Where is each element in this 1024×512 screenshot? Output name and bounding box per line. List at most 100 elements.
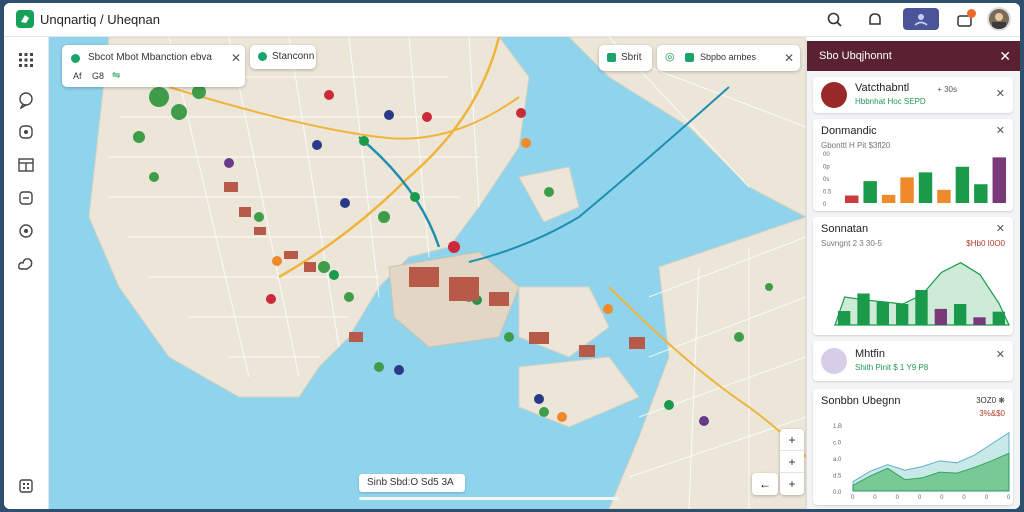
mode-chip-label: Sbrit [621, 52, 642, 63]
grid-icon[interactable] [17, 51, 35, 69]
user-avatar[interactable] [987, 7, 1011, 31]
target-icon[interactable] [17, 222, 35, 240]
chart3-value: 3OZ0 ❋ [976, 396, 1005, 405]
bell-icon[interactable] [866, 11, 884, 29]
map-view[interactable]: Sbcot Mbot Mbanction ebva ✕ Af G8 ⇋ Stan… [49, 37, 806, 509]
search-sub-b: G8 [92, 71, 105, 81]
station-chip[interactable]: Stanconn [250, 45, 316, 69]
person-title: Mhtfin [855, 348, 885, 360]
zoom-out-button[interactable]: + [780, 451, 804, 473]
primary-action-button[interactable] [903, 8, 939, 30]
user-icon [914, 14, 928, 26]
chart3-title: Sonbbn Ubegnn [821, 395, 901, 407]
app-logo[interactable] [16, 10, 34, 28]
x-tick-label: 0 [962, 495, 966, 501]
close-layers-button[interactable]: ✕ [784, 51, 794, 65]
chart-card-combo: Sonnatan Suvngnt 2 3 30-5 $Hb0 I0O0 ✕ [813, 217, 1013, 335]
area-chart: 1.B c.0 a.0 d.5 0.0 0 0 0 0 0 0 0 0 [833, 424, 1011, 501]
bar [881, 194, 896, 203]
panel-title: Sbo Ubqjhonnt [819, 50, 892, 62]
y-tick-label: c.0 [833, 441, 842, 447]
left-rail [4, 37, 49, 509]
person-avatar-icon [821, 348, 847, 374]
close-chart1-button[interactable]: ✕ [996, 124, 1005, 137]
bar [915, 290, 928, 325]
person-card[interactable]: Mhtfin Shith Pinit $ 1 Y9 P8 ✕ [813, 341, 1013, 381]
bar [934, 308, 947, 325]
chart2-sub: Suvngnt 2 3 30-5 [821, 239, 882, 248]
close-profile-button[interactable]: ✕ [996, 87, 1005, 100]
calendar-icon[interactable] [17, 156, 35, 174]
inbox-icon[interactable] [17, 189, 35, 207]
chart-card-bars: Donmandic Gbonttl H Pit $3fl20 ✕ 0 0.5 0s 0… [813, 119, 1013, 211]
search-query: Sbcot Mbot Mbanction ebva [88, 52, 212, 63]
chart-card-area: Sonbbn Ubegnn 3OZ0 ❋ 3%&$0 1.B c.0 a.0 d.5 0… [813, 389, 1013, 505]
bar [918, 172, 933, 203]
bar [955, 166, 970, 203]
notification-badge [967, 9, 976, 18]
app-window: Unqnartiq / Uheqnan Sbcot Mbot Mbanction… [4, 3, 1020, 509]
map-canvas[interactable] [49, 37, 806, 509]
bar [845, 195, 859, 203]
close-chart2-button[interactable]: ✕ [996, 222, 1005, 235]
profile-value: + 30s [937, 85, 957, 94]
close-panel-button[interactable]: ✕ [999, 41, 1011, 71]
y-tick-label: 1.B [833, 424, 842, 430]
search-icon[interactable] [826, 11, 844, 29]
y-tick-label: a.0 [833, 457, 842, 463]
zoom-extra-button[interactable]: + [780, 473, 804, 495]
bar [937, 189, 951, 203]
x-tick-label: 0 [851, 495, 855, 501]
cloud-icon[interactable] [17, 255, 35, 273]
mode-icon [607, 53, 616, 62]
bar [992, 311, 1005, 325]
profile-title: Vatcthabntl [855, 82, 910, 94]
locate-button[interactable]: ← [752, 473, 778, 495]
bar [863, 181, 877, 203]
chart2-title: Sonnatan [821, 223, 869, 235]
bar [896, 304, 909, 325]
search-sub-a: Af [73, 71, 82, 81]
layers-icon: ◎ [665, 51, 675, 63]
layers-chip-label: Sbpbo arnbes [700, 52, 757, 62]
place-avatar-icon [821, 82, 847, 108]
app-header: Unqnartiq / Uheqnan [4, 3, 1020, 37]
bar [973, 317, 986, 325]
person-sub: Shith Pinit $ 1 Y9 P8 [855, 363, 929, 372]
chart1-title: Donmandic [821, 125, 877, 137]
scale-bar: Sinb Sbd:O Sd5 3A [359, 474, 465, 492]
x-tick-label: 0 [896, 495, 900, 501]
square-icon[interactable] [17, 123, 35, 141]
chart2-value: $Hb0 I0O0 [966, 239, 1005, 248]
clear-search-button[interactable]: ✕ [231, 51, 241, 65]
map-search-card[interactable]: Sbcot Mbot Mbanction ebva ✕ Af G8 ⇋ [62, 45, 245, 87]
bar [876, 301, 889, 325]
profile-sub: Hbbnhat Hoc SEPD [855, 97, 926, 106]
x-tick-label: 0 [918, 495, 922, 501]
station-icon [258, 52, 267, 61]
x-tick-label: 0 [1007, 495, 1011, 501]
settings-icon[interactable] [17, 477, 35, 495]
x-tick-label: 0 [873, 495, 877, 501]
chat-icon[interactable] [17, 91, 35, 109]
location-dot-icon [71, 54, 80, 63]
y-tick-label: 00 [823, 152, 830, 158]
panel-header: Sbo Ubqjhonnt ✕ [807, 41, 1020, 71]
zoom-controls: + + + [780, 429, 804, 495]
layers-chip[interactable]: ◎ Sbpbo arnbes ✕ [657, 45, 800, 71]
y-tick-label: 0.0 [833, 490, 842, 496]
bar [974, 184, 988, 203]
zoom-in-button[interactable]: + [780, 429, 804, 451]
layer-swatch-icon [685, 53, 694, 62]
app-title: Unqnartiq / Uheqnan [40, 12, 160, 27]
x-tick-label: 0 [985, 495, 989, 501]
y-tick-label: 0 [823, 202, 827, 208]
bar [857, 293, 870, 325]
x-tick-label: 0 [940, 495, 944, 501]
transit-icon[interactable]: ⇋ [112, 70, 120, 81]
mode-chip[interactable]: Sbrit [599, 45, 652, 71]
profile-card[interactable]: Vatcthabntl Hbbnhat Hoc SEPD + 30s ✕ [813, 77, 1013, 113]
close-person-button[interactable]: ✕ [996, 348, 1005, 361]
y-tick-label: 0.5 [823, 190, 832, 196]
timeline-slider[interactable] [359, 497, 619, 500]
